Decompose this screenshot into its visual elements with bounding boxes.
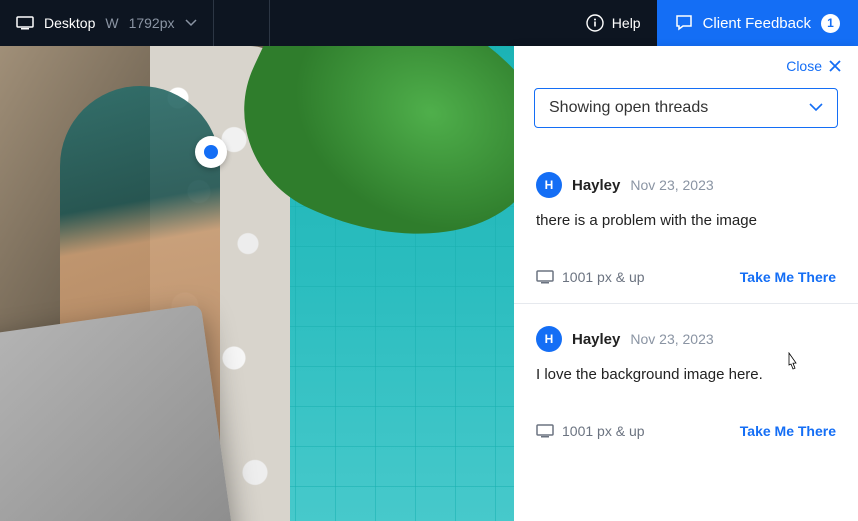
design-canvas[interactable] — [0, 46, 514, 521]
thread-body: I love the background image here. — [536, 366, 836, 383]
close-panel-label: Close — [786, 58, 822, 74]
breakpoint-prefix: W — [105, 15, 118, 31]
help-button[interactable]: Help — [570, 0, 657, 46]
avatar: H — [536, 172, 562, 198]
thread-author: Hayley — [572, 177, 620, 194]
thread-date: Nov 23, 2023 — [630, 331, 713, 347]
thread-item[interactable]: H Hayley Nov 23, 2023 I love the backgro… — [514, 303, 858, 457]
take-me-there-link[interactable]: Take Me There — [740, 269, 836, 285]
thread-filter-select[interactable]: Showing open threads — [534, 88, 838, 128]
laptop-decorative — [0, 304, 237, 521]
thread-footer: 1001 px & up Take Me There — [536, 269, 836, 285]
thread-breakpoint: 1001 px & up — [536, 423, 645, 439]
thread-breakpoint: 1001 px & up — [536, 269, 645, 285]
breakpoint-device-label: Desktop — [44, 15, 95, 31]
thread-filter: Showing open threads — [534, 88, 838, 128]
comment-marker[interactable] — [195, 136, 227, 168]
breakpoint-width: 1792px — [129, 15, 175, 31]
thread-author: Hayley — [572, 331, 620, 348]
close-icon — [828, 59, 842, 73]
chevron-down-icon — [185, 19, 197, 27]
thread-breakpoint-label: 1001 px & up — [562, 423, 645, 439]
thread-breakpoint-label: 1001 px & up — [562, 269, 645, 285]
main-area: Close Showing open threads H Hayley Nov … — [0, 46, 858, 521]
topbar: Desktop W 1792px Help Client Feedback 1 — [0, 0, 858, 46]
thread-date: Nov 23, 2023 — [630, 177, 713, 193]
thread-filter-selected: Showing open threads — [549, 99, 708, 117]
client-feedback-count: 1 — [821, 14, 840, 33]
thread-header: H Hayley Nov 23, 2023 — [536, 172, 836, 198]
desktop-icon — [536, 270, 554, 284]
avatar: H — [536, 326, 562, 352]
thread-header: H Hayley Nov 23, 2023 — [536, 326, 836, 352]
thread-item[interactable]: H Hayley Nov 23, 2023 there is a problem… — [514, 150, 858, 303]
topbar-spacer-cell — [214, 0, 270, 46]
thread-list: H Hayley Nov 23, 2023 there is a problem… — [514, 134, 858, 521]
take-me-there-link[interactable]: Take Me There — [740, 423, 836, 439]
info-circle-icon — [586, 14, 604, 32]
desktop-icon — [536, 424, 554, 438]
thread-body: there is a problem with the image — [536, 212, 836, 229]
chevron-down-icon — [809, 103, 823, 113]
close-panel-button[interactable]: Close — [514, 46, 858, 80]
comment-icon — [675, 14, 693, 32]
client-feedback-button[interactable]: Client Feedback 1 — [657, 0, 858, 46]
client-feedback-label: Client Feedback — [703, 15, 811, 32]
thread-footer: 1001 px & up Take Me There — [536, 423, 836, 439]
help-label: Help — [612, 15, 641, 31]
breakpoint-selector[interactable]: Desktop W 1792px — [0, 0, 214, 46]
feedback-panel: Close Showing open threads H Hayley Nov … — [514, 46, 858, 521]
desktop-icon — [16, 16, 34, 30]
